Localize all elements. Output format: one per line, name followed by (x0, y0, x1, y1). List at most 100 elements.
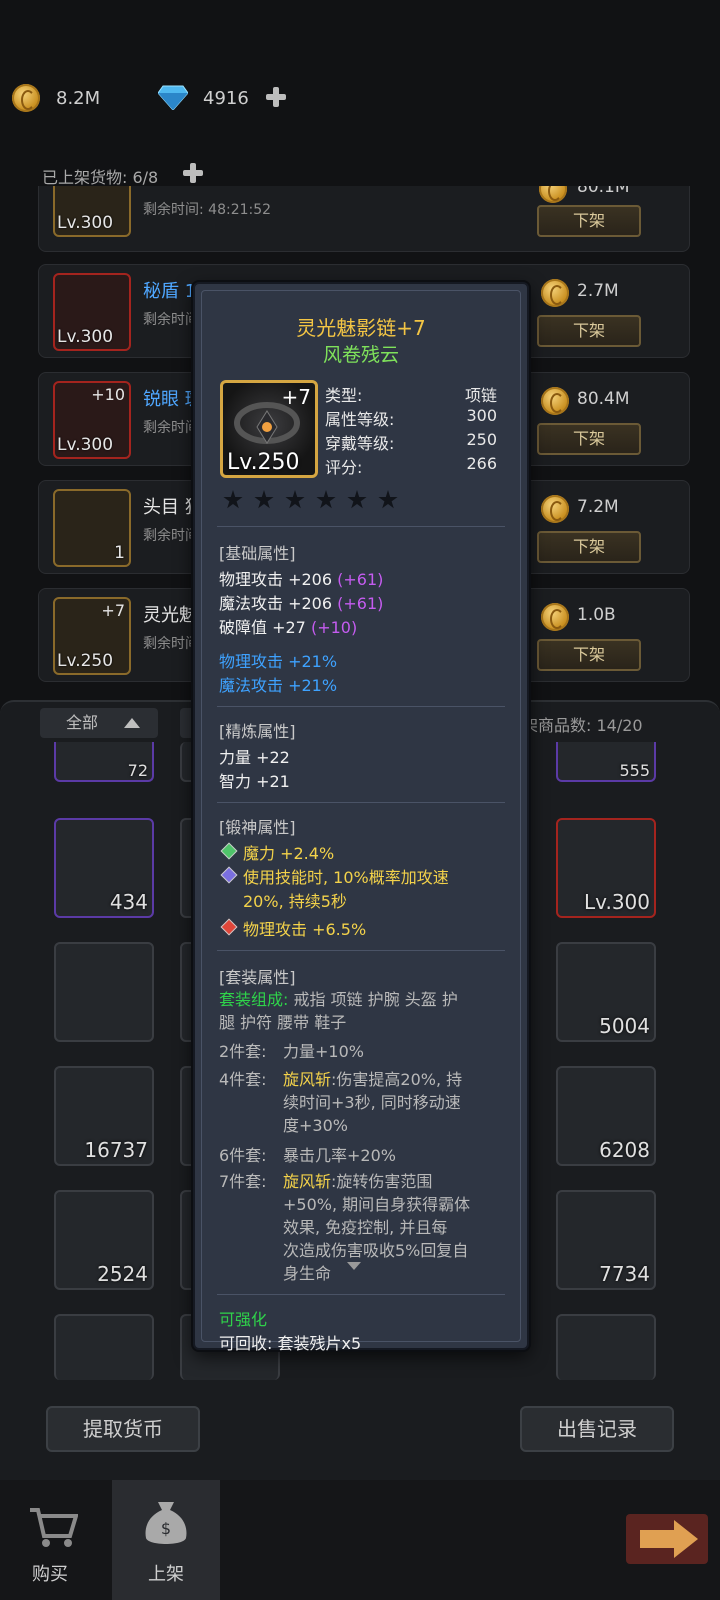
section-header: [套装属性] (219, 968, 296, 987)
market-item-cell[interactable]: 434 (54, 818, 154, 918)
enhance-status: 可强化 (219, 1310, 268, 1329)
tab-buy[interactable]: 购买 (0, 1480, 100, 1600)
stat-label: 类型: (325, 386, 363, 405)
item-icon: +7 Lv.250 (220, 380, 318, 478)
gold-coin-icon (541, 495, 569, 523)
market-item-cell[interactable]: 2524 (54, 1190, 154, 1290)
gold-coin-icon (541, 603, 569, 631)
gold-amount: 8.2M (56, 88, 101, 109)
set-bonus-text: +50%, 期间自身获得霸体 (283, 1195, 471, 1214)
set-composition: 套装组成: 戒指 项链 护腕 头盔 护 (219, 990, 458, 1009)
delist-button[interactable]: 下架 (537, 639, 641, 671)
section-header: [锻神属性] (219, 818, 296, 837)
recycle-info: 可回收: 套装残片x5 (219, 1334, 362, 1353)
withdraw-currency-button[interactable]: 提取货币 (46, 1406, 200, 1452)
stat-label: 穿戴等级: (325, 434, 395, 453)
divider (217, 802, 505, 803)
item-tooltip: 灵光魅影链+7 风卷残云 +7 Lv.250 类型: 项链 属性等级: 300 … (193, 282, 529, 1353)
set-bonus-text: 力量+10% (283, 1042, 364, 1061)
set-bonus-text: 续时间+3秒, 同时移动速 (283, 1093, 461, 1112)
market-item-cell[interactable]: 5004 (556, 942, 656, 1042)
market-item-cell[interactable] (54, 1314, 154, 1380)
price: 80.1M (577, 177, 630, 197)
listed-goods-label: 已上架货物: 6/8 (42, 168, 159, 187)
refine-attr: 力量 +22 (219, 748, 290, 767)
divider (217, 1294, 505, 1295)
market-item-cell[interactable]: 7734 (556, 1190, 656, 1290)
market-item-cell[interactable]: 6208 (556, 1066, 656, 1166)
set-composition: 腿 护符 腰带 鞋子 (219, 1013, 347, 1032)
market-item-cell[interactable] (556, 1314, 656, 1380)
forge-attr: 物理攻击 +6.5% (243, 920, 367, 939)
shopping-cart-icon (30, 1508, 78, 1547)
basic-attr: 魔法攻击 +206 (+61) (219, 594, 384, 613)
set-bonus-text: 旋风斩:旋转伤害范围 (283, 1172, 433, 1191)
market-item-cell[interactable]: 16737 (54, 1066, 154, 1166)
section-header: [基础属性] (219, 544, 296, 563)
basic-attr: 物理攻击 +206 (+61) (219, 570, 384, 589)
item-name: 灵光魅 (143, 605, 197, 626)
stat-value: 300 (466, 406, 497, 425)
stat-value: 项链 (464, 386, 497, 405)
goods-count: 架商品数: 14/20 (522, 716, 643, 735)
refine-attr: 智力 +21 (219, 772, 290, 791)
stat-value: 266 (466, 454, 497, 473)
set-bonus-text: 度+30% (283, 1116, 348, 1135)
set-bonus-text: 身生命 (283, 1264, 332, 1283)
item-slot[interactable]: +10 Lv.300 (53, 381, 131, 459)
delist-button[interactable]: 下架 (537, 205, 641, 237)
market-item-cell[interactable]: 555 (556, 742, 656, 782)
set-bonus-text: 次造成伤害吸收5%回复自 (283, 1241, 469, 1260)
price: 7.2M (577, 497, 619, 517)
add-diamond-icon[interactable] (265, 86, 287, 108)
basic-extra-attr: 物理攻击 +21% (219, 652, 338, 671)
price: 80.4M (577, 389, 630, 409)
stat-label: 评分: (325, 458, 363, 477)
stat-value: 250 (466, 430, 497, 449)
forge-attr: 20%, 持续5秒 (243, 892, 347, 911)
set-bonus-text: 效果, 免疫控制, 并且每 (283, 1218, 448, 1237)
diamond-amount: 4916 (203, 88, 249, 109)
delist-button[interactable]: 下架 (537, 531, 641, 563)
delist-button[interactable]: 下架 (537, 423, 641, 455)
divider (217, 950, 505, 951)
gold-coin-icon (539, 186, 567, 203)
category-filter[interactable]: 全部 (40, 708, 158, 738)
currency-bar: 8.2M 4916 (0, 70, 720, 130)
remaining-time: 剩余时间 (143, 420, 199, 436)
set-name: 风卷残云 (322, 344, 399, 366)
svg-text:$: $ (161, 1519, 171, 1538)
set-bonus-label: 4件套: (219, 1070, 267, 1089)
chevron-down-icon[interactable] (347, 1262, 361, 1270)
bottom-nav (0, 1480, 720, 1600)
price: 1.0B (577, 605, 616, 625)
add-slot-icon[interactable] (182, 162, 204, 184)
item-name: 秘盾 1 (143, 281, 197, 302)
gold-coin-icon (541, 279, 569, 307)
remaining-time: 剩余时间 (143, 528, 199, 544)
market-item-cell[interactable]: Lv.300 (556, 818, 656, 918)
remaining-time: 剩余时间 (143, 636, 199, 652)
tab-list[interactable]: $ 上架 (112, 1480, 220, 1600)
divider (217, 526, 505, 527)
remaining-time: 剩余时间: 48:21:52 (143, 202, 272, 218)
item-slot[interactable]: 1 (53, 489, 131, 567)
chevron-up-icon (124, 718, 140, 728)
stat-label: 属性等级: (325, 410, 395, 429)
remaining-time: 剩余时间 (143, 312, 199, 328)
set-bonus-label: 6件套: (219, 1146, 267, 1165)
sale-history-button[interactable]: 出售记录 (520, 1406, 674, 1452)
item-slot[interactable]: +7 Lv.250 (53, 597, 131, 675)
gold-coin-icon (12, 84, 40, 112)
market-item-cell[interactable] (54, 942, 154, 1042)
next-arrow-icon[interactable] (622, 1508, 712, 1570)
diamond-icon (158, 85, 188, 110)
market-item-cell[interactable]: 72 (54, 742, 154, 782)
set-bonus-text: 暴击几率+20% (283, 1146, 396, 1165)
set-bonus-label: 2件套: (219, 1042, 267, 1061)
set-bonus-text: 旋风斩:伤害提高20%, 持 (283, 1070, 463, 1089)
basic-attr: 破障值 +27 (+10) (219, 618, 358, 637)
delist-button[interactable]: 下架 (537, 315, 641, 347)
item-slot[interactable]: Lv.300 (53, 273, 131, 351)
item-name: 灵光魅影链+7 (296, 316, 426, 340)
